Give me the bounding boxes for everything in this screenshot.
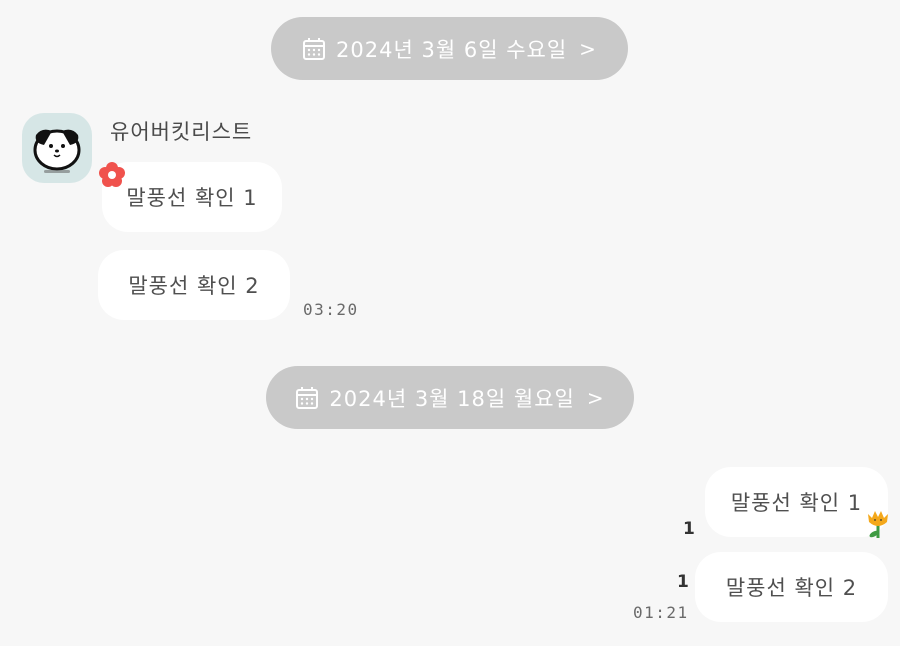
chevron-right-icon: > (579, 36, 597, 61)
outgoing-message-bubble[interactable]: 말풍선 확인 2 (695, 552, 888, 622)
calendar-icon (303, 37, 326, 60)
incoming-message-bubble[interactable]: 말풍선 확인 1 (102, 162, 282, 232)
message-text: 말풍선 확인 1 (126, 186, 258, 210)
avatar[interactable] (22, 113, 92, 183)
message-time: 01:21 (633, 603, 689, 622)
message-text: 말풍선 확인 2 (725, 576, 858, 600)
date-label: 2024년 3월 18일 월요일 (329, 386, 575, 411)
message-text: 말풍선 확인 2 (128, 274, 260, 298)
unread-count: 1 (683, 519, 695, 539)
calendar-icon (296, 386, 319, 409)
message-time: 03:20 (303, 300, 359, 319)
outgoing-message-bubble[interactable]: 말풍선 확인 1 (705, 467, 888, 537)
sender-name: 유어버킷리스트 (110, 120, 253, 144)
yellow-tulip-icon (868, 511, 888, 538)
date-separator[interactable]: 2024년 3월 6일 수요일 > (271, 17, 628, 80)
date-separator[interactable]: 2024년 3월 18일 월요일 > (266, 366, 634, 429)
red-flower-icon (99, 162, 125, 187)
puppy-avatar-icon (33, 129, 81, 173)
message-text: 말풍선 확인 1 (730, 491, 863, 515)
date-label: 2024년 3월 6일 수요일 (336, 37, 568, 62)
chevron-right-icon: > (586, 385, 605, 410)
incoming-message-bubble[interactable]: 말풍선 확인 2 (98, 250, 290, 320)
unread-count: 1 (677, 572, 689, 592)
